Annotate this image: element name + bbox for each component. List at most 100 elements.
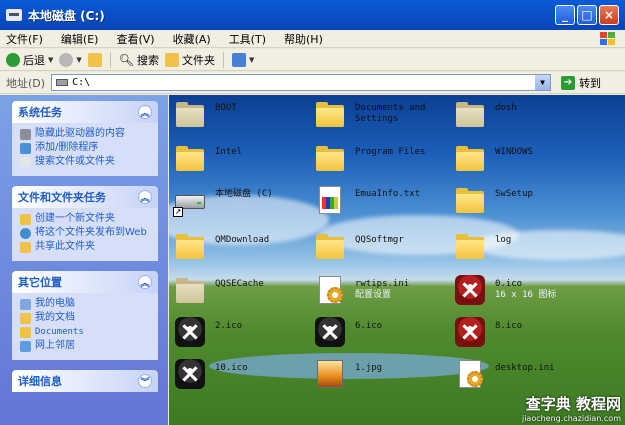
task-hide-drive-contents[interactable]: 隐藏此驱动器的内容 [20,128,152,140]
task-add-remove-programs[interactable]: 添加/删除程序 [20,142,152,154]
file-item[interactable]: dosh [453,97,603,141]
task-label: 创建一个新文件夹 [35,213,115,224]
menu-file[interactable]: 文件(F) [6,31,43,47]
toolbar-separator [223,51,225,68]
icon-file-icon [453,273,487,307]
place-my-computer[interactable]: 我的电脑 [20,298,152,310]
place-documents[interactable]: Documents [20,326,152,338]
file-item[interactable]: 2.ico [173,315,323,359]
window-controls: _ □ × [555,5,619,25]
folder-icon [313,141,347,175]
forward-button[interactable]: ▼ [59,52,82,67]
folder-icon [173,273,207,307]
address-label: 地址(D) [6,76,46,90]
menu-help[interactable]: 帮助(H) [284,31,323,47]
minimize-button[interactable]: _ [555,5,575,25]
file-item[interactable]: 1.jpg [313,357,463,401]
file-name: 10.ico [215,363,248,373]
toolbar-separator [109,51,111,68]
task-label: 我的电脑 [35,298,75,309]
panel-header[interactable]: 详细信息 ︾ [12,370,158,392]
title-bar[interactable]: 本地磁盘 (C:) _ □ × [0,0,625,30]
task-label: Documents [35,327,84,337]
panel-title: 系统任务 [18,106,62,119]
search-button[interactable]: 🔍︎ 搜索 [119,52,159,68]
file-text: 本地磁盘 (C) [215,189,273,200]
panel-title: 文件和文件夹任务 [18,191,106,204]
file-name: QQSoftmgr [355,235,404,245]
folder-icon [313,229,347,263]
file-item[interactable]: EmuaInfo.txt [313,183,463,227]
task-label: 我的文档 [35,312,75,323]
folder-icon [453,183,487,217]
file-item[interactable]: rwtips.ini 配置设置 [313,273,463,317]
search-label: 搜索 [137,53,160,67]
address-input[interactable]: C:\ ▼ [51,74,552,91]
file-name: WINDOWS [495,147,533,157]
programs-icon [20,143,31,154]
task-share-folder[interactable]: 共享此文件夹 [20,241,152,253]
place-network[interactable]: 网上邻居 [20,340,152,352]
file-item[interactable]: Program Files [313,141,463,185]
file-view[interactable]: BOOT Documents and Settings dosh Intel Progr… [169,95,625,425]
file-item[interactable]: Intel [173,141,323,185]
collapse-icon[interactable]: ︽ [138,190,152,204]
go-button[interactable]: ➔ 转到 [561,75,601,91]
task-search-files[interactable]: 搜索文件或文件夹 [20,156,152,168]
folders-button[interactable]: 文件夹 [165,52,215,68]
drive-icon [56,79,69,86]
file-item[interactable]: BOOT [173,97,323,141]
menu-edit[interactable]: 编辑(E) [61,31,99,47]
maximize-button[interactable]: □ [577,5,597,25]
file-text: 1.jpg [355,363,382,374]
menu-favorites[interactable]: 收藏(A) [173,31,211,47]
task-publish-web[interactable]: 将这个文件夹发布到Web [20,227,152,239]
file-item[interactable]: ↗ 本地磁盘 (C) [173,183,323,227]
file-text: log [495,235,511,246]
task-pane: 系统任务 ︽ 隐藏此驱动器的内容 添加/删除程序 搜索文件或文件夹 文件和文件夹… [0,95,168,425]
task-label: 共享此文件夹 [35,241,95,252]
file-type: 配置设置 [355,290,392,300]
forward-arrow-icon [59,52,74,67]
expand-icon[interactable]: ︾ [138,374,152,388]
file-item[interactable]: 8.ico [453,315,603,359]
folder-icon [313,97,347,131]
share-folder-icon [20,242,31,253]
up-folder-icon[interactable] [87,52,102,67]
close-button[interactable]: × [599,5,619,25]
collapse-icon[interactable]: ︽ [138,275,152,289]
file-text: Documents and Settings [355,103,463,125]
back-label: 后退 [23,53,45,67]
chevron-down-icon[interactable]: ▼ [76,56,81,64]
file-text: BOOT [215,103,237,114]
task-label: 添加/删除程序 [35,142,99,153]
chevron-down-icon[interactable]: ▼ [48,56,53,64]
file-text: 6.ico [355,321,382,332]
collapse-icon[interactable]: ︽ [138,105,152,119]
menu-view[interactable]: 查看(V) [116,31,154,47]
file-item[interactable]: 6.ico [313,315,463,359]
file-name: 2.ico [215,321,243,331]
address-dropdown-button[interactable]: ▼ [535,75,551,90]
file-item[interactable]: SwSetup [453,183,603,227]
file-item[interactable]: 10.ico [173,357,323,401]
file-item[interactable]: QQSECache [173,273,323,317]
file-item[interactable]: QMDownload [173,229,323,273]
go-label: 转到 [579,76,602,90]
menu-tools[interactable]: 工具(T) [229,31,266,47]
file-item[interactable]: Documents and Settings [313,97,463,141]
file-item[interactable]: 0.ico16 x 16 图标 [453,273,603,317]
file-item[interactable]: log [453,229,603,273]
file-item[interactable]: QQSoftmgr [313,229,463,273]
panel-header[interactable]: 系统任务 ︽ [12,101,158,123]
file-name: 6.ico [355,321,383,331]
file-item[interactable]: WINDOWS [453,141,603,185]
panel-title: 详细信息 [18,375,62,388]
panel-header[interactable]: 其它位置 ︽ [12,271,158,293]
task-new-folder[interactable]: 创建一个新文件夹 [20,213,152,225]
views-button[interactable]: ▼ [232,52,254,67]
back-button[interactable]: 后退 ▼ [6,52,53,68]
place-my-documents[interactable]: 我的文档 [20,312,152,324]
panel-header[interactable]: 文件和文件夹任务 ︽ [12,186,158,208]
new-folder-icon [20,214,31,225]
